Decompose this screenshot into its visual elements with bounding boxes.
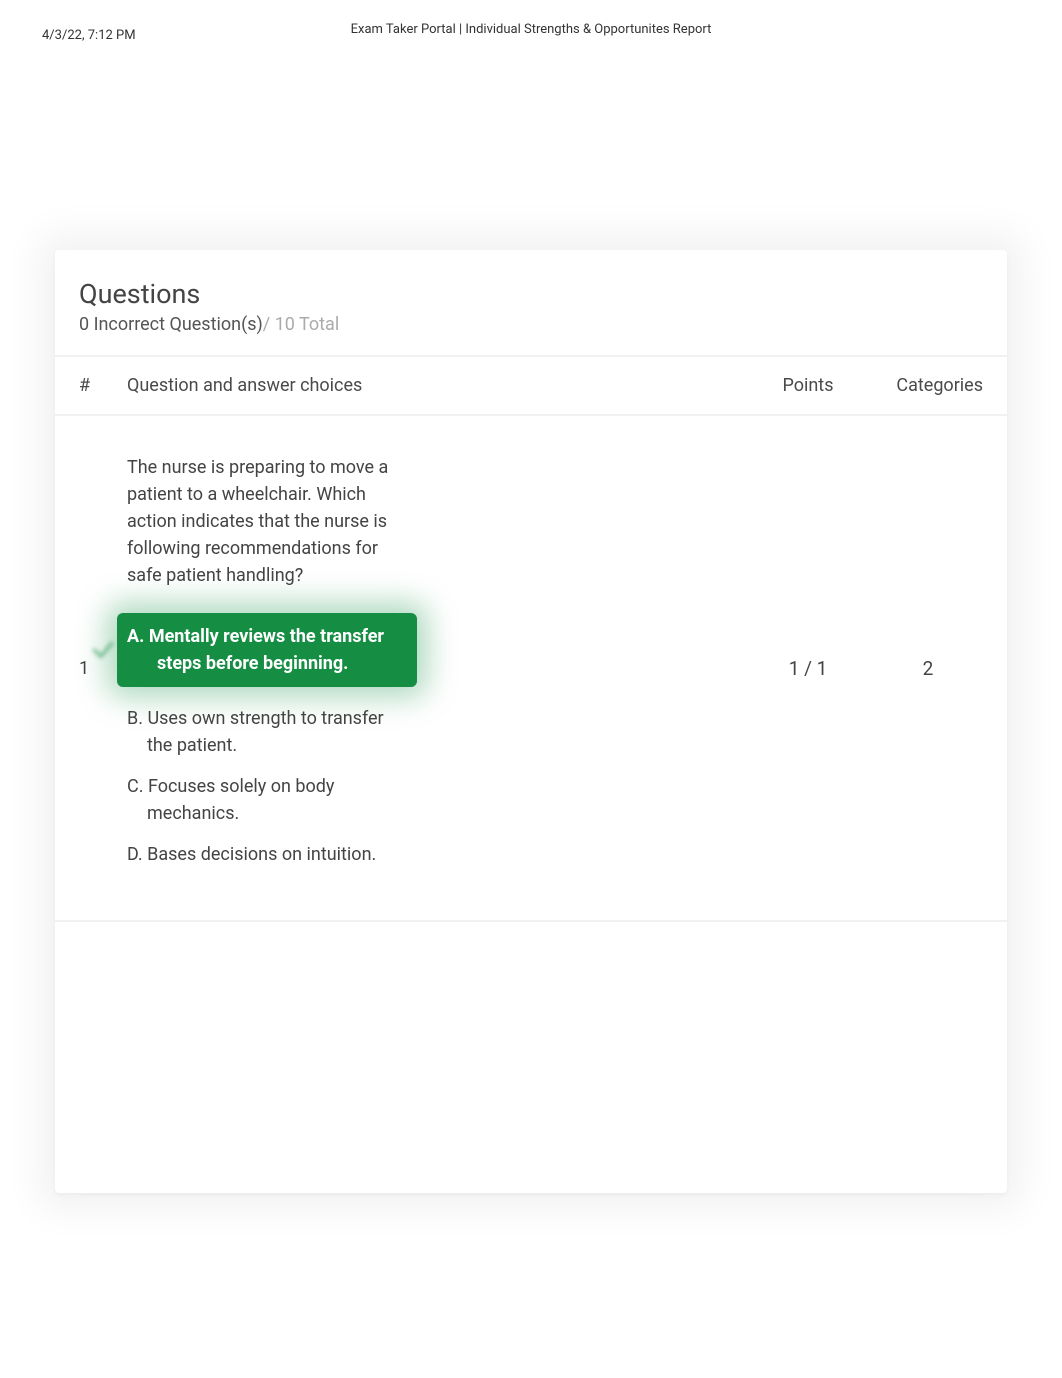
answer-d-text: Bases decisions on intuition. <box>147 844 376 865</box>
column-header-points: Points <box>743 375 873 396</box>
table-header-row: # Question and answer choices Points Cat… <box>55 357 1007 416</box>
answer-choice-a: A. Mentally reviews the transfer steps b… <box>117 613 417 687</box>
answer-a-line1: Mentally reviews the transfer <box>149 626 384 647</box>
card-subtitle: 0 Incorrect Question(s)/ 10 Total <box>79 314 983 335</box>
question-row: 1 The nurse is preparing to move a patie… <box>55 416 1007 922</box>
answer-choice-c: C. Focuses solely on body mechanics. <box>127 773 417 827</box>
answer-a-letter: A. <box>127 626 144 647</box>
answer-choice-b: B. Uses own strength to transfer the pat… <box>127 705 417 759</box>
answer-choice-d: D. Bases decisions on intuition. <box>127 841 417 868</box>
total-count: / 10 Total <box>263 314 339 335</box>
card-header: Questions 0 Incorrect Question(s)/ 10 To… <box>55 250 1007 357</box>
incorrect-count: 0 Incorrect Question(s) <box>79 314 263 335</box>
column-header-number: # <box>79 375 127 396</box>
question-text: The nurse is preparing to move a patient… <box>127 454 417 589</box>
questions-card: Questions 0 Incorrect Question(s)/ 10 To… <box>55 250 1007 1193</box>
answer-b-line2: the patient. <box>127 732 417 759</box>
column-header-question: Question and answer choices <box>127 375 743 396</box>
question-content: The nurse is preparing to move a patient… <box>127 454 417 868</box>
answer-b-letter: B. <box>127 708 143 729</box>
question-content-cell: The nurse is preparing to move a patient… <box>127 454 743 882</box>
print-timestamp: 4/3/22, 7:12 PM <box>42 28 136 43</box>
print-title: Exam Taker Portal | Individual Strengths… <box>351 22 712 37</box>
question-points: 1 / 1 <box>743 454 873 882</box>
question-categories: 2 <box>873 454 983 882</box>
answer-b-line1: Uses own strength to transfer <box>147 708 383 729</box>
card-title: Questions <box>79 278 983 310</box>
answer-c-line2: mechanics. <box>127 800 417 827</box>
checkmark-icon <box>89 636 117 664</box>
answer-c-line1: Focuses solely on body <box>148 776 335 797</box>
column-header-categories: Categories <box>873 375 983 396</box>
answer-c-letter: C. <box>127 776 143 797</box>
answer-a-line2: steps before beginning. <box>127 650 397 677</box>
answer-d-letter: D. <box>127 844 143 865</box>
